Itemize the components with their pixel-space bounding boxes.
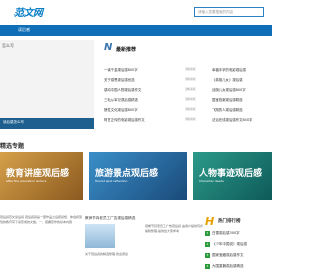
banner-title: 旅游景点观后感 bbox=[95, 169, 159, 179]
banner-title: 教育讲座观后感 bbox=[6, 169, 70, 179]
news-date: 05-16 bbox=[185, 87, 196, 91]
news-link[interactable]: 阿甘正传的电影观后感作文 bbox=[104, 117, 145, 122]
news-date: 05-16 bbox=[185, 67, 196, 71]
news-n-icon: N bbox=[104, 42, 113, 53]
news-date: 05-16 bbox=[185, 117, 196, 121]
news-link[interactable]: 法治在线观后感作文800字 bbox=[212, 117, 252, 122]
news-link[interactable]: 关于感恩观后感优选 bbox=[104, 77, 135, 82]
news-link[interactable]: 一读千金观后感800字 bbox=[104, 67, 138, 72]
news-link[interactable]: 三毛从军记观后感精选 bbox=[104, 97, 138, 102]
search-placeholder: 请输入您要搜索的内容 bbox=[198, 10, 233, 14]
ranking-item[interactable]: 1 白雪观后感300字 bbox=[205, 231, 240, 236]
sidebar bbox=[0, 40, 94, 129]
news-link[interactable]: 国宝档案观后感精选 bbox=[212, 97, 243, 102]
banner-sub: Tourist spot reflection bbox=[95, 179, 128, 183]
search-input[interactable]: 请输入您要搜索的内容 bbox=[194, 7, 264, 17]
banner-people[interactable]: 人物事迹观后感 Character deeds bbox=[193, 152, 272, 200]
sidebar-banner-label: 读后感怎么写 bbox=[3, 120, 24, 124]
nav-item-reading[interactable]: 读后感 bbox=[18, 27, 30, 33]
article-thumbnail[interactable] bbox=[85, 224, 115, 248]
feature-section-title: 精选专题 bbox=[0, 143, 25, 150]
rank-number: 1 bbox=[205, 231, 210, 236]
ranking-title: 热门排行榜 bbox=[218, 219, 241, 224]
main-nav-bar bbox=[0, 25, 272, 36]
ranking-item[interactable]: 2 《少年中国说》观后感 bbox=[205, 242, 247, 247]
ranking-item[interactable]: 3 国家宝藏观后感作文 bbox=[205, 253, 244, 258]
hot-section-title: 最新推荐 bbox=[116, 47, 137, 53]
news-link[interactable]: 战旗儿女观后感800字 bbox=[212, 87, 246, 92]
rank-number: 3 bbox=[205, 253, 210, 258]
news-link[interactable]: 飞翔的人观后感精选 bbox=[212, 107, 243, 112]
ranking-item[interactable]: 4 大国重器观后感精选 bbox=[205, 264, 244, 269]
news-link[interactable]: 幸福手拿的电影观后感 bbox=[212, 67, 246, 72]
banner-education[interactable]: 教育讲座观后感 After the education lecture bbox=[0, 152, 83, 200]
rank-h-icon: H bbox=[205, 215, 215, 228]
news-link[interactable]: 《英雄儿女》观后感 bbox=[212, 77, 243, 82]
ranking-item-label: 大国重器观后感精选 bbox=[212, 264, 244, 268]
intro-paragraph: 观后感范文读后感 观后感就是一部作品之后把感想、体会和受到的教育写下来形成的文章… bbox=[0, 215, 82, 224]
sidebar-title: 怎么写 bbox=[2, 43, 14, 48]
mid-title[interactable]: 教师节向老员工广告观后感精选 bbox=[85, 216, 135, 221]
ranking-item-label: 白雪观后感300字 bbox=[212, 231, 240, 235]
news-date: 05-16 bbox=[185, 107, 196, 111]
news-date: 05-16 bbox=[185, 97, 196, 101]
ranking-item-label: 《少年中国说》观后感 bbox=[212, 242, 247, 246]
rank-number: 4 bbox=[205, 264, 210, 269]
rank-number: 2 bbox=[205, 242, 210, 247]
banner-sub: After the education lecture bbox=[6, 179, 47, 183]
banner-sub: Character deeds bbox=[199, 179, 224, 183]
news-link[interactable]: 感动中国人物观后感作文 bbox=[104, 87, 141, 92]
mid-description: 观看节目老员工广告观后感 由用户提供同步编辑整理,提供给大家参考 bbox=[145, 224, 203, 233]
mid-description-2: 关于观后感的精选整理,欢迎阅读 bbox=[85, 252, 128, 256]
news-date: 05-16 bbox=[185, 77, 196, 81]
ranking-item-label: 国家宝藏观后感作文 bbox=[212, 253, 244, 257]
site-logo-sub: FANWEN.CN bbox=[14, 13, 42, 17]
banner-travel[interactable]: 旅游景点观后感 Tourist spot reflection bbox=[89, 152, 187, 200]
news-link[interactable]: 狼性文化观后感800字 bbox=[104, 107, 138, 112]
banner-title: 人物事迹观后感 bbox=[199, 169, 263, 179]
